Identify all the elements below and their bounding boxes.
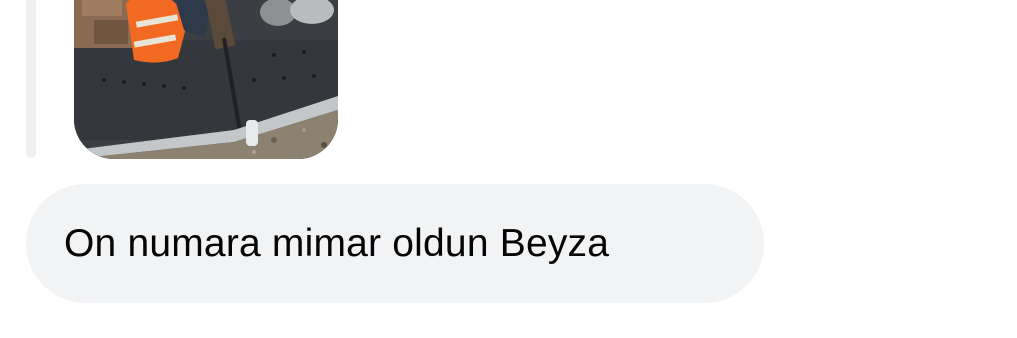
construction-photo-image — [74, 0, 338, 159]
message-text: On numara mimar oldun Beyza — [64, 221, 610, 265]
reply-indicator-bar — [26, 0, 36, 158]
message-bubble[interactable]: On numara mimar oldun Beyza — [26, 184, 764, 303]
quoted-photo[interactable] — [74, 0, 338, 159]
